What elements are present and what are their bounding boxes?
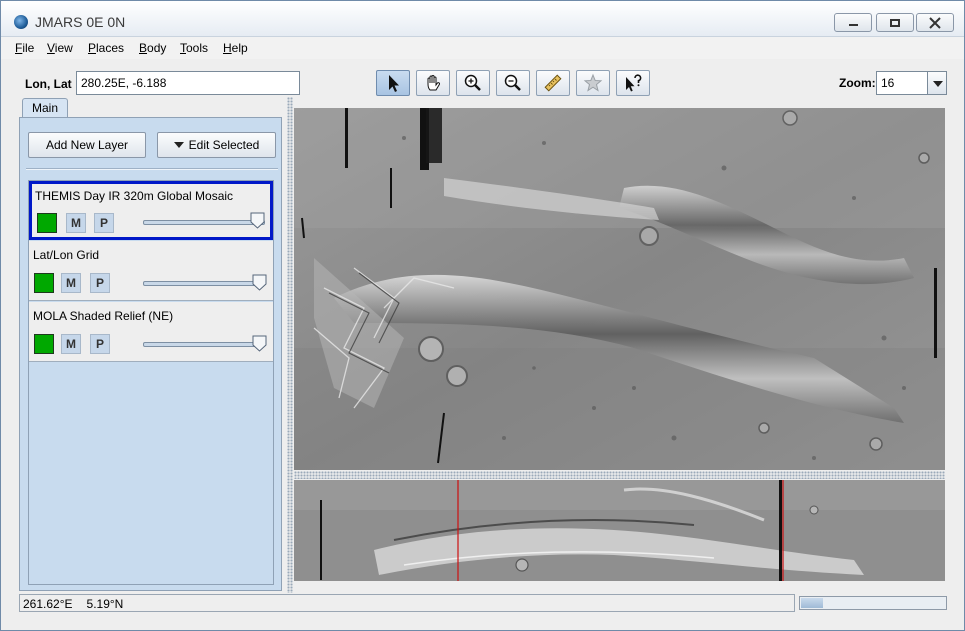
main-map-view[interactable] — [294, 108, 945, 470]
zoom-select[interactable]: 16 — [876, 71, 928, 95]
layer-name: Lat/Lon Grid — [33, 248, 100, 262]
measure-tool-button[interactable] — [536, 70, 570, 96]
pan-tool-button[interactable] — [416, 70, 450, 96]
investigate-tool-button[interactable] — [616, 70, 650, 96]
layer-main-view-button[interactable]: M — [61, 273, 81, 293]
select-tool-button[interactable] — [376, 70, 410, 96]
slider-thumb[interactable] — [250, 212, 265, 229]
coordinate-readout: 261.62°E 5.19°N — [19, 594, 795, 612]
select-arrow-icon — [389, 75, 399, 92]
layer-visibility-toggle[interactable] — [34, 273, 54, 293]
menu-file[interactable]: File — [15, 41, 34, 55]
minimize-icon — [848, 23, 858, 26]
slider-thumb[interactable] — [252, 274, 267, 291]
menu-help[interactable]: Help — [223, 41, 248, 55]
close-icon — [929, 17, 941, 29]
maximize-icon — [890, 19, 900, 27]
status-bar: 261.62°E 5.19°N — [19, 593, 949, 613]
layer-panner-button[interactable]: P — [90, 273, 110, 293]
layer-opacity-slider[interactable] — [143, 342, 265, 347]
chevron-down-icon — [173, 142, 184, 148]
layer-row-mola-relief[interactable]: MOLA Shaded Relief (NE) M P — [29, 302, 273, 362]
layer-visibility-toggle[interactable] — [37, 213, 57, 233]
menu-tools[interactable]: Tools — [180, 41, 208, 55]
layer-panner-button[interactable]: P — [90, 334, 110, 354]
maximize-button[interactable] — [876, 13, 914, 32]
menu-places[interactable]: Places — [88, 41, 124, 55]
layer-opacity-slider[interactable] — [143, 281, 265, 286]
slider-thumb[interactable] — [252, 335, 267, 352]
progress-bar — [799, 596, 947, 610]
layer-panner-button[interactable]: P — [94, 213, 114, 233]
layer-list: THEMIS Day IR 320m Global Mosaic M P Lat… — [28, 180, 274, 585]
layer-name: THEMIS Day IR 320m Global Mosaic — [35, 189, 234, 203]
status-longitude: 261.62°E — [23, 597, 73, 611]
pan-hand-icon — [427, 75, 441, 91]
zoom-in-button[interactable] — [456, 70, 490, 96]
zoom-out-icon — [504, 74, 521, 91]
investigate-icon — [626, 74, 642, 92]
layer-row-themis[interactable]: THEMIS Day IR 320m Global Mosaic M P — [29, 181, 273, 240]
layer-visibility-toggle[interactable] — [34, 334, 54, 354]
window-title: JMARS 0E 0N — [35, 14, 126, 30]
title-bar: JMARS 0E 0N — [1, 1, 964, 37]
menu-bar: File View Places Body Tools Help — [1, 37, 964, 59]
panel-splitter[interactable] — [287, 97, 293, 593]
zoom-out-button[interactable] — [496, 70, 530, 96]
edit-selected-button[interactable]: Edit Selected — [157, 132, 276, 158]
layer-main-view-button[interactable]: M — [66, 213, 86, 233]
layer-name: MOLA Shaded Relief (NE) — [33, 309, 174, 323]
overview-terrain-image — [294, 480, 945, 581]
panel-divider — [26, 168, 278, 170]
status-latitude: 5.19°N — [86, 597, 124, 611]
mars-terrain-image — [294, 108, 945, 470]
layer-manager-panel: Main Add New Layer Edit Selected THEMIS … — [19, 97, 284, 593]
jmars-globe-icon — [14, 15, 28, 29]
layer-row-latlon-grid[interactable]: Lat/Lon Grid M P — [29, 241, 273, 301]
zoom-label: Zoom: — [839, 76, 876, 90]
zoom-dropdown-arrow[interactable] — [927, 71, 947, 95]
layer-opacity-slider[interactable] — [143, 220, 265, 225]
app-window: JMARS 0E 0N File View Places Body Tools … — [0, 0, 965, 631]
menu-view[interactable]: View — [47, 41, 73, 55]
menu-body[interactable]: Body — [139, 41, 166, 55]
edit-selected-label: Edit Selected — [188, 138, 260, 152]
panner-overview-map[interactable] — [294, 480, 945, 581]
close-button[interactable] — [916, 13, 954, 32]
layer-main-view-button[interactable]: M — [61, 334, 81, 354]
favorite-star-icon — [583, 73, 603, 92]
lonlat-input[interactable]: 280.25E, -6.188 — [76, 71, 300, 95]
minimize-button[interactable] — [834, 13, 872, 32]
tab-main-body: Add New Layer Edit Selected THEMIS Day I… — [19, 117, 282, 591]
toolbar: Lon, Lat 280.25E, -6.188 Zoom: 16 — [1, 59, 964, 97]
zoom-in-icon — [464, 74, 481, 91]
tab-main[interactable]: Main — [22, 98, 68, 118]
lonlat-label: Lon, Lat — [25, 77, 72, 91]
map-view-splitter[interactable] — [294, 471, 945, 479]
progress-fill — [801, 598, 823, 608]
add-new-layer-button[interactable]: Add New Layer — [28, 132, 146, 158]
favorite-tool-button[interactable] — [576, 70, 610, 96]
measure-ruler-icon — [544, 74, 562, 92]
